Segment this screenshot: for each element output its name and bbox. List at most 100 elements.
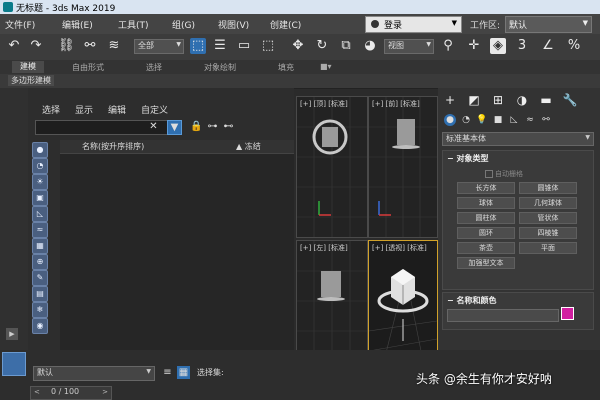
motion-tab-icon[interactable]: ◑ (514, 92, 530, 108)
reference-coordinate-select[interactable]: 视图 ▼ (384, 39, 434, 54)
hidden-filter-icon[interactable]: ◉ (32, 318, 48, 334)
rotate-icon[interactable]: ↻ (314, 38, 330, 54)
containers-filter-icon[interactable]: ▤ (32, 286, 48, 302)
box-button[interactable]: 长方体 (457, 182, 515, 194)
systems-icon[interactable]: ⚯ (540, 114, 552, 126)
textplus-button[interactable]: 加强型文本 (457, 257, 515, 269)
create-tab-icon[interactable]: + (442, 92, 458, 108)
bind-spacewarp-icon[interactable]: ≋ (106, 38, 122, 54)
name-color-title[interactable]: − 名称和颜色 (447, 295, 497, 306)
unlink-icon[interactable]: ⚯ (82, 38, 98, 54)
tube-button[interactable]: 管状体 (519, 212, 577, 224)
scene-menu-display[interactable]: 显示 (75, 103, 93, 116)
object-color-swatch[interactable] (561, 307, 574, 320)
move-icon[interactable]: ✥ (290, 38, 306, 54)
filter-icon[interactable]: ▼ (167, 120, 182, 135)
chevron-left-icon[interactable]: < (34, 388, 40, 396)
selection-set-icon[interactable]: ▦ (177, 366, 190, 379)
menu-view[interactable]: 视图(V) (218, 18, 249, 31)
xrefs-filter-icon[interactable]: ⊕ (32, 254, 48, 270)
window-crossing-icon[interactable]: ⬚ (260, 38, 276, 54)
ribbon-tab-object-paint[interactable]: 对象绘制 (204, 62, 236, 73)
column-frozen-header[interactable]: ▲ 冻结 (236, 141, 261, 152)
select-manipulate-icon[interactable]: ✛ (466, 38, 482, 54)
redo-icon[interactable]: ↷ (28, 38, 44, 54)
spacewarps-icon[interactable]: ≈ (524, 114, 536, 126)
shapes-filter-icon[interactable]: ◔ (32, 158, 48, 174)
ribbon-tab-populate[interactable]: 填充 (278, 62, 294, 73)
display-tab-icon[interactable]: ▬ (538, 92, 554, 108)
selection-filter-select[interactable]: 全部 ▼ (134, 39, 184, 54)
pivot-icon[interactable]: ⚲ (440, 38, 456, 54)
plane-button[interactable]: 平面 (519, 242, 577, 254)
viewport-top[interactable]: [+] [顶] [标准] (296, 96, 368, 238)
lock-icon[interactable]: 🔒 (190, 120, 203, 133)
time-slider[interactable]: < 0 / 100 > (30, 386, 112, 400)
geometry-icon[interactable]: ● (444, 114, 456, 126)
clear-search-icon[interactable]: ✕ (147, 120, 160, 133)
object-name-input[interactable] (447, 309, 559, 322)
viewport-label-front[interactable]: [+] [前] [标准] (372, 99, 420, 109)
menu-create[interactable]: 创建(C) (270, 18, 301, 31)
scene-menu-edit[interactable]: 编辑 (108, 103, 126, 116)
layers-stack-icon[interactable]: ≡ (161, 366, 174, 379)
place-icon[interactable]: ◕ (362, 38, 378, 54)
undo-icon[interactable]: ↶ (6, 38, 22, 54)
cameras-filter-icon[interactable]: ▣ (32, 190, 48, 206)
torus-button[interactable]: 圆环 (457, 227, 515, 239)
keyboard-shortcut-override-icon[interactable]: ◈ (490, 38, 506, 54)
bones-filter-icon[interactable]: ✎ (32, 270, 48, 286)
expand-arrow-icon[interactable]: ▶ (6, 328, 18, 340)
link-icon[interactable]: ⛓ (58, 38, 75, 54)
login-dropdown[interactable]: 登录 ▼ (365, 16, 462, 33)
cameras-icon[interactable]: ■ (492, 114, 504, 126)
hierarchy-tab-icon[interactable]: ⊞ (490, 92, 506, 108)
primitive-category-select[interactable]: 标准基本体 ▼ (442, 132, 594, 146)
geometry-filter-icon[interactable]: ● (32, 142, 48, 158)
select-object-icon[interactable]: ⬚ (190, 38, 206, 54)
teapot-button[interactable]: 茶壶 (457, 242, 515, 254)
modify-tab-icon[interactable]: ◩ (466, 92, 482, 108)
helpers-icon[interactable]: ◺ (508, 114, 520, 126)
ribbon-tab-freeform[interactable]: 自由形式 (72, 62, 104, 73)
layer-select[interactable]: 默认 ▼ (33, 366, 155, 381)
lights-filter-icon[interactable]: ☀ (32, 174, 48, 190)
geosphere-button[interactable]: 几何球体 (519, 197, 577, 209)
scene-menu-customize[interactable]: 自定义 (141, 103, 168, 116)
menu-tools[interactable]: 工具(T) (118, 18, 149, 31)
utilities-tab-icon[interactable]: 🔧 (562, 92, 578, 108)
cylinder-button[interactable]: 圆柱体 (457, 212, 515, 224)
viewport-front[interactable]: [+] [前] [标准] (368, 96, 438, 238)
column-name-header[interactable]: 名称(按升序排序) (82, 141, 144, 152)
select-by-name-icon[interactable]: ☰ (212, 38, 228, 54)
ribbon-options-icon[interactable]: ■▾ (320, 62, 332, 71)
snap-toggle-icon[interactable]: 3 (514, 38, 530, 54)
ribbon-tab-modeling[interactable]: 建模 (12, 61, 44, 73)
polygon-modeling-label[interactable]: 多边形建模 (8, 75, 54, 86)
scene-menu-select[interactable]: 选择 (42, 103, 60, 116)
groups-filter-icon[interactable]: ▦ (32, 238, 48, 254)
spacewarps-filter-icon[interactable]: ≈ (32, 222, 48, 238)
sphere-button[interactable]: 球体 (457, 197, 515, 209)
chevron-right-icon[interactable]: > (102, 388, 108, 396)
hierarchy-alt-icon[interactable]: ⊷ (222, 120, 235, 133)
hierarchy-icon[interactable]: ⊶ (206, 120, 219, 133)
viewport-label-left[interactable]: [+] [左] [标准] (300, 243, 348, 253)
viewport-label-perspective[interactable]: [+] [透视] [标准] (372, 243, 427, 253)
menu-file[interactable]: 文件(F) (5, 18, 35, 31)
helpers-filter-icon[interactable]: ◺ (32, 206, 48, 222)
lights-icon[interactable]: 💡 (476, 114, 488, 126)
frozen-filter-icon[interactable]: ❄ (32, 302, 48, 318)
pyramid-button[interactable]: 四棱锥 (519, 227, 577, 239)
object-type-title[interactable]: − 对象类型 (447, 153, 489, 164)
percent-snap-icon[interactable]: % (566, 38, 582, 54)
angle-snap-icon[interactable]: ∠ (540, 38, 556, 54)
ribbon-tab-selection[interactable]: 选择 (146, 62, 162, 73)
scene-object-list[interactable]: 名称(按升序排序) ▲ 冻结 (60, 140, 294, 350)
menu-edit[interactable]: 编辑(E) (62, 18, 93, 31)
workspace-select[interactable]: 默认 ▼ (505, 16, 592, 33)
rectangular-selection-icon[interactable]: ▭ (236, 38, 252, 54)
shapes-icon[interactable]: ◔ (460, 114, 472, 126)
menu-group[interactable]: 组(G) (172, 18, 195, 31)
autogrid-checkbox[interactable]: 自动栅格 (485, 169, 523, 179)
